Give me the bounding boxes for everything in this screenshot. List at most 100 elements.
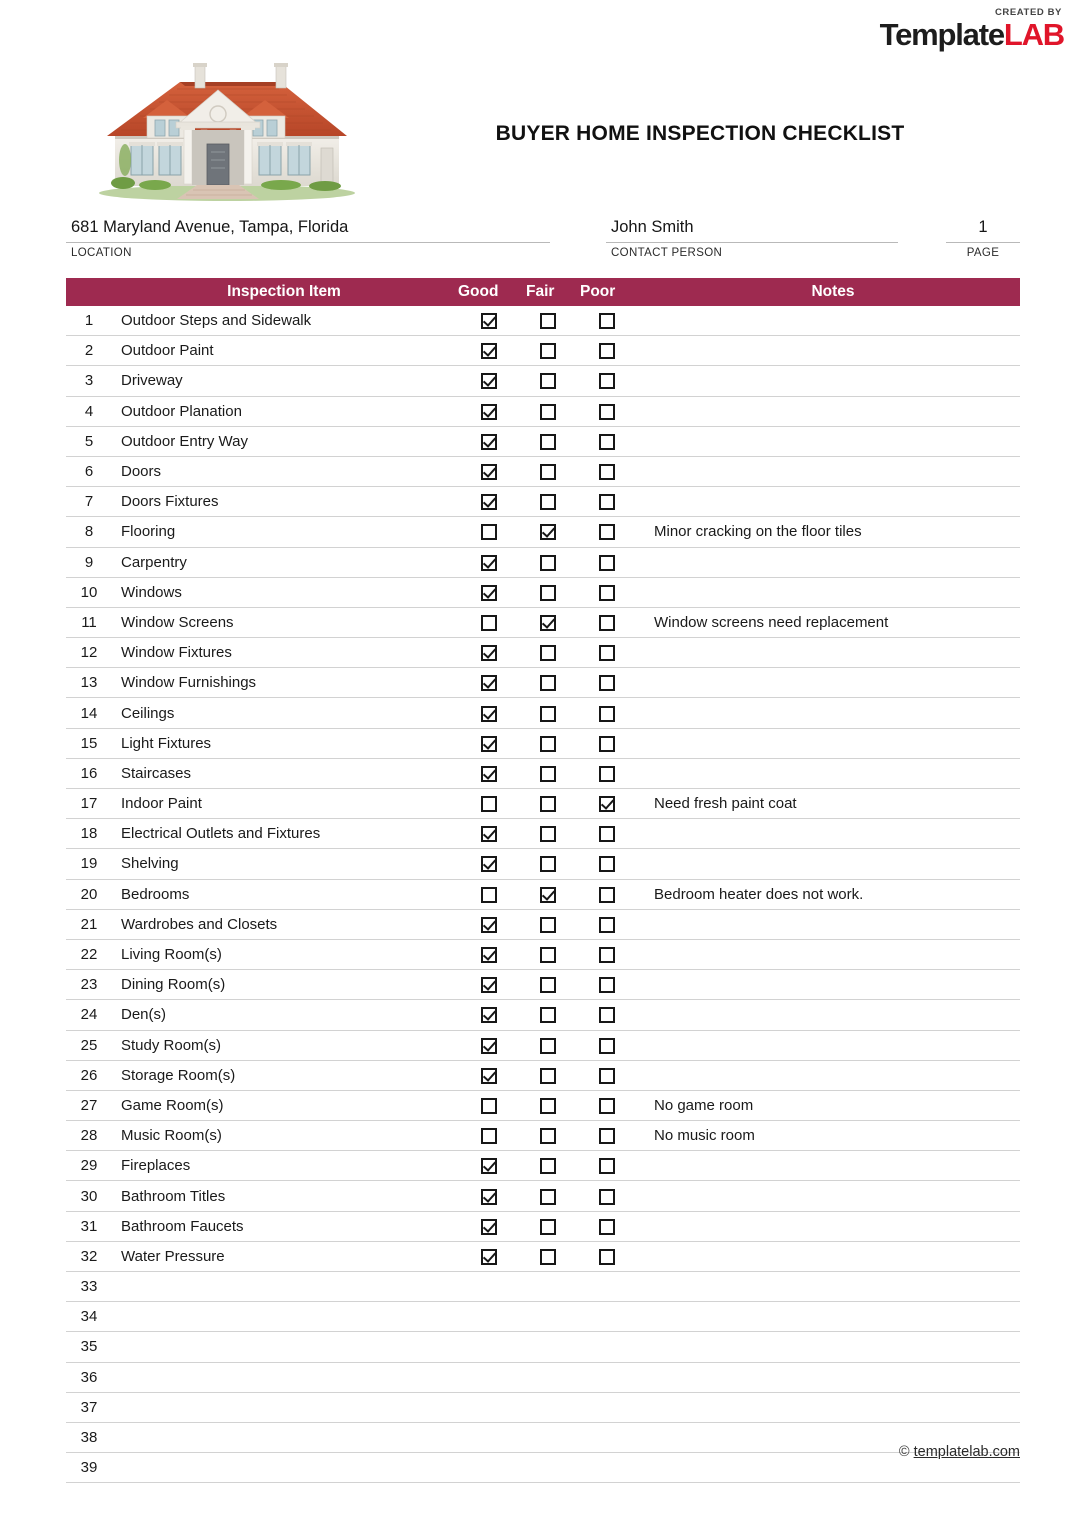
unchecked-checkbox-icon[interactable] <box>481 1097 497 1114</box>
row-poor-cell[interactable] <box>574 855 640 873</box>
row-good-cell[interactable] <box>456 493 522 511</box>
table-row[interactable]: 14 Ceilings <box>66 698 1020 729</box>
row-poor-cell[interactable] <box>574 765 640 782</box>
row-poor-cell[interactable] <box>574 916 640 933</box>
table-row[interactable]: 21 Wardrobes and Closets <box>66 910 1020 940</box>
checked-checkbox-icon[interactable] <box>481 554 497 571</box>
unchecked-checkbox-icon[interactable] <box>481 614 497 631</box>
row-good-cell[interactable] <box>456 1218 522 1235</box>
row-poor-cell[interactable] <box>574 403 640 420</box>
table-row[interactable]: 26 Storage Room(s) <box>66 1061 1020 1091</box>
unchecked-checkbox-icon[interactable] <box>599 675 615 692</box>
row-good-cell[interactable] <box>456 1006 522 1024</box>
row-fair-cell[interactable] <box>522 463 574 481</box>
row-poor-cell[interactable] <box>574 976 640 994</box>
unchecked-checkbox-icon[interactable] <box>599 433 615 450</box>
table-row[interactable]: 17 Indoor Paint Need fresh paint coat <box>66 789 1020 820</box>
row-poor-cell[interactable] <box>574 312 640 330</box>
checked-checkbox-icon[interactable] <box>599 796 615 813</box>
row-fair-cell[interactable] <box>522 493 574 511</box>
checked-checkbox-icon[interactable] <box>540 524 556 541</box>
row-good-cell[interactable] <box>456 312 522 330</box>
unchecked-checkbox-icon[interactable] <box>599 1037 615 1054</box>
unchecked-checkbox-icon[interactable] <box>540 1097 556 1114</box>
row-fair-cell[interactable] <box>522 614 574 631</box>
row-fair-cell[interactable] <box>522 1067 574 1084</box>
checked-checkbox-icon[interactable] <box>481 584 497 601</box>
table-row[interactable]: 3 Driveway <box>66 366 1020 397</box>
checked-checkbox-icon[interactable] <box>481 645 497 662</box>
unchecked-checkbox-icon[interactable] <box>599 313 615 330</box>
row-poor-cell[interactable] <box>574 614 640 631</box>
unchecked-checkbox-icon[interactable] <box>599 735 615 752</box>
row-poor-cell[interactable] <box>574 1037 640 1054</box>
row-fair-cell[interactable] <box>522 1127 574 1145</box>
row-good-cell[interactable] <box>456 1097 522 1114</box>
row-poor-cell[interactable] <box>574 674 640 692</box>
row-poor-cell[interactable] <box>574 554 640 571</box>
unchecked-checkbox-icon[interactable] <box>540 916 556 933</box>
unchecked-checkbox-icon[interactable] <box>540 373 556 390</box>
unchecked-checkbox-icon[interactable] <box>599 856 615 873</box>
page-number-field[interactable]: 1 PAGE <box>946 218 1020 259</box>
row-poor-cell[interactable] <box>574 825 640 843</box>
unchecked-checkbox-icon[interactable] <box>599 614 615 631</box>
checked-checkbox-icon[interactable] <box>481 765 497 782</box>
row-notes[interactable]: Window screens need replacement <box>640 614 1020 631</box>
table-row[interactable]: 12 Window Fixtures <box>66 638 1020 669</box>
row-poor-cell[interactable] <box>574 705 640 722</box>
row-fair-cell[interactable] <box>522 523 574 541</box>
row-good-cell[interactable] <box>456 795 522 813</box>
unchecked-checkbox-icon[interactable] <box>540 343 556 360</box>
row-fair-cell[interactable] <box>522 1218 574 1235</box>
contact-person-field[interactable]: John Smith CONTACT PERSON <box>606 218 898 259</box>
table-row[interactable]: 31 Bathroom Faucets <box>66 1212 1020 1242</box>
unchecked-checkbox-icon[interactable] <box>540 645 556 662</box>
row-good-cell[interactable] <box>456 1127 522 1145</box>
row-good-cell[interactable] <box>456 765 522 782</box>
unchecked-checkbox-icon[interactable] <box>481 796 497 813</box>
row-poor-cell[interactable] <box>574 342 640 360</box>
row-fair-cell[interactable] <box>522 554 574 571</box>
row-fair-cell[interactable] <box>522 946 574 964</box>
checked-checkbox-icon[interactable] <box>481 313 497 330</box>
row-fair-cell[interactable] <box>522 342 574 360</box>
unchecked-checkbox-icon[interactable] <box>599 916 615 933</box>
unchecked-checkbox-icon[interactable] <box>540 433 556 450</box>
table-row[interactable]: 34 <box>66 1302 1020 1333</box>
unchecked-checkbox-icon[interactable] <box>540 856 556 873</box>
row-poor-cell[interactable] <box>574 886 640 903</box>
row-fair-cell[interactable] <box>522 1157 574 1175</box>
row-good-cell[interactable] <box>456 554 522 571</box>
row-fair-cell[interactable] <box>522 674 574 692</box>
unchecked-checkbox-icon[interactable] <box>599 1248 615 1265</box>
row-notes[interactable]: No game room <box>640 1097 1020 1114</box>
unchecked-checkbox-icon[interactable] <box>540 977 556 994</box>
unchecked-checkbox-icon[interactable] <box>599 1007 615 1024</box>
row-poor-cell[interactable] <box>574 644 640 662</box>
row-fair-cell[interactable] <box>522 433 574 450</box>
unchecked-checkbox-icon[interactable] <box>599 1188 615 1205</box>
checked-checkbox-icon[interactable] <box>481 1037 497 1054</box>
row-notes[interactable]: Minor cracking on the floor tiles <box>640 523 1020 540</box>
unchecked-checkbox-icon[interactable] <box>599 826 615 843</box>
table-row[interactable]: 24 Den(s) <box>66 1000 1020 1031</box>
table-row[interactable]: 30 Bathroom Titles <box>66 1181 1020 1212</box>
row-poor-cell[interactable] <box>574 735 640 752</box>
unchecked-checkbox-icon[interactable] <box>599 705 615 722</box>
contact-person-value[interactable]: John Smith <box>606 218 898 242</box>
row-fair-cell[interactable] <box>522 916 574 933</box>
unchecked-checkbox-icon[interactable] <box>481 524 497 541</box>
row-good-cell[interactable] <box>456 735 522 752</box>
checked-checkbox-icon[interactable] <box>481 735 497 752</box>
row-good-cell[interactable] <box>456 1188 522 1205</box>
row-poor-cell[interactable] <box>574 463 640 481</box>
table-row[interactable]: 33 <box>66 1272 1020 1303</box>
row-poor-cell[interactable] <box>574 1127 640 1145</box>
table-row[interactable]: 28 Music Room(s) No music room <box>66 1121 1020 1152</box>
table-row[interactable]: 22 Living Room(s) <box>66 940 1020 971</box>
table-row[interactable]: 20 Bedrooms Bedroom heater does not work. <box>66 880 1020 910</box>
unchecked-checkbox-icon[interactable] <box>540 826 556 843</box>
unchecked-checkbox-icon[interactable] <box>540 1218 556 1235</box>
row-fair-cell[interactable] <box>522 705 574 722</box>
